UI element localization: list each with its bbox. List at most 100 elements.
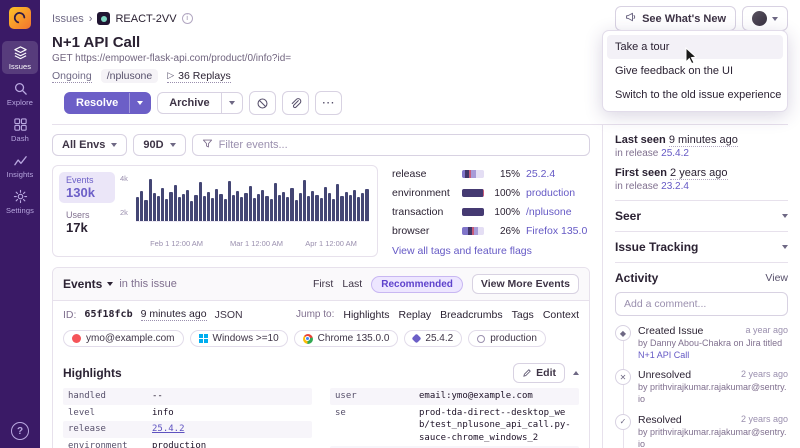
attachments-button[interactable] [281, 91, 309, 115]
project-icon [97, 12, 111, 25]
browser-chip[interactable]: Chrome 135.0.0 [293, 330, 399, 347]
info-icon[interactable]: i [181, 13, 193, 24]
jump-link-replay[interactable]: Replay [398, 309, 431, 321]
tag-distribution-bar[interactable] [462, 227, 484, 235]
first-seen-block: First seen 2 years ago in release 23.2.4 [615, 167, 788, 192]
sidebar-item-label: Dash [11, 134, 29, 143]
pagination-first[interactable]: First [313, 278, 333, 290]
sidebar-item-settings[interactable]: Settings [2, 185, 38, 218]
tag-value-link[interactable]: production [526, 187, 590, 199]
user-menu-button[interactable] [742, 6, 788, 31]
resolve-dropdown-caret[interactable] [129, 93, 150, 113]
pagination-last[interactable]: Last [342, 278, 362, 290]
environment-chip[interactable]: production [468, 330, 546, 347]
seer-section-toggle[interactable]: Seer [615, 209, 788, 223]
activity-view-link[interactable]: View [765, 272, 788, 284]
events-title-dropdown[interactable]: Events [63, 277, 114, 291]
mute-button[interactable] [248, 91, 276, 115]
env-filter-dropdown[interactable]: All Envs [52, 134, 128, 156]
chart-bar [256, 193, 261, 221]
edit-highlights-button[interactable]: Edit [513, 363, 565, 383]
tag-bar-segment [462, 189, 484, 197]
chart-bar [273, 182, 277, 221]
chevron-down-icon [782, 214, 788, 218]
activity-item-by: by prithvirajkumar.rajakumar@sentry.io [638, 382, 787, 405]
replays-link[interactable]: ▷ 36 Replays [167, 70, 231, 83]
chart-bar [265, 196, 269, 221]
release-prefix: in release [615, 148, 659, 159]
status-ongoing[interactable]: Ongoing [52, 70, 92, 83]
first-seen-value[interactable]: 2 years ago [670, 167, 728, 180]
more-actions-button[interactable]: ⋯ [314, 91, 342, 115]
chart-bar [236, 191, 240, 221]
users-stat[interactable]: Users 17k [59, 207, 115, 238]
sentry-logo[interactable] [9, 7, 31, 29]
sidebar-item-explore[interactable]: Explore [2, 77, 38, 110]
filter-row: All Envs 90D [52, 134, 590, 156]
tag-value-link[interactable]: /nplusone [526, 206, 590, 218]
collapse-chevron-icon[interactable] [573, 371, 579, 375]
tag-distribution-bar[interactable] [462, 189, 484, 197]
tag-distribution-bar[interactable] [462, 208, 484, 216]
sidebar-item-insights[interactable]: Insights [2, 149, 38, 182]
event-time-ago[interactable]: 9 minutes ago [140, 308, 207, 321]
event-json-link[interactable]: JSON [215, 309, 243, 321]
chart-bar [344, 192, 348, 221]
view-more-events-button[interactable]: View More Events [471, 274, 579, 294]
tag-name: release [392, 168, 427, 180]
chart-bar [365, 188, 369, 221]
tag-percent: 15% [499, 168, 520, 180]
sidebar-item-issues[interactable]: Issues [2, 41, 38, 74]
last-seen-value[interactable]: 9 minutes ago [668, 134, 738, 147]
gear-icon [13, 189, 28, 204]
tag-distribution-bar[interactable] [462, 170, 484, 178]
highlight-value[interactable]: 25.4.2 [152, 423, 307, 436]
highlight-key: handled [68, 391, 106, 401]
sidebar-item-dash[interactable]: Dash [2, 113, 38, 146]
events-stat[interactable]: Events 130k [59, 172, 115, 203]
sentry-swirl-icon [13, 12, 26, 24]
chart-bar [319, 198, 323, 221]
chart-bar [340, 196, 344, 221]
release-chip[interactable]: 25.4.2 [404, 330, 463, 347]
archive-dropdown-caret[interactable] [220, 93, 242, 113]
y-axis-tick: 2k [120, 207, 128, 217]
issue-tracking-toggle[interactable]: Issue Tracking [615, 240, 788, 254]
jump-link-breadcrumbs[interactable]: Breadcrumbs [440, 309, 502, 321]
env-filter-label: All Envs [62, 139, 106, 151]
highlight-key: se [335, 407, 346, 418]
view-all-tags-link[interactable]: View all tags and feature flags [392, 245, 532, 257]
first-release-link[interactable]: 23.2.4 [661, 181, 689, 192]
chevron-down-icon [111, 143, 118, 147]
jump-link-context[interactable]: Context [543, 309, 579, 321]
activity-issue-link[interactable]: N+1 API Call [638, 350, 689, 360]
events-stat-label: Events [66, 175, 94, 185]
resolve-button[interactable]: Resolve [64, 92, 152, 114]
event-id[interactable]: 65f18fcb [84, 309, 132, 320]
chart-bar [307, 196, 311, 221]
last-seen-block: Last seen 9 minutes ago in release 25.4.… [615, 134, 788, 159]
comment-input[interactable] [615, 292, 788, 316]
menu-item-switch-old-experience[interactable]: Switch to the old issue experience [607, 83, 783, 107]
help-button[interactable]: ? [11, 422, 29, 440]
jump-link-highlights[interactable]: Highlights [343, 309, 389, 321]
archive-button[interactable]: Archive [157, 92, 243, 114]
menu-item-take-a-tour[interactable]: Take a tour [607, 35, 783, 64]
recommended-pill[interactable]: Recommended [371, 275, 463, 293]
os-chip[interactable]: Windows >=10 [189, 330, 288, 347]
tag-name: environment [392, 187, 450, 199]
user-chip[interactable]: ymo@example.com [63, 330, 184, 347]
highlight-row: level info [63, 405, 312, 422]
date-range-dropdown[interactable]: 90D [133, 134, 186, 156]
whats-new-button[interactable]: See What's New [615, 6, 736, 31]
last-release-link[interactable]: 25.4.2 [661, 148, 689, 159]
event-search[interactable] [191, 134, 590, 156]
highlights-col-left: handled -- level info release 25.4.2 environme… [63, 388, 312, 448]
jump-link-tags[interactable]: Tags [512, 309, 534, 321]
tag-value-link[interactable]: 25.2.4 [526, 168, 590, 180]
tag-value-link[interactable]: Firefox 135.0 [526, 225, 590, 237]
events-bar-chart[interactable]: 4k 2k Feb 1 12:00 AM Mar 1 12:00 AM Apr … [119, 172, 371, 250]
search-input[interactable] [218, 139, 580, 151]
breadcrumb-project[interactable]: REACT-2VV [115, 13, 176, 25]
breadcrumb-issues-link[interactable]: Issues [52, 13, 84, 25]
